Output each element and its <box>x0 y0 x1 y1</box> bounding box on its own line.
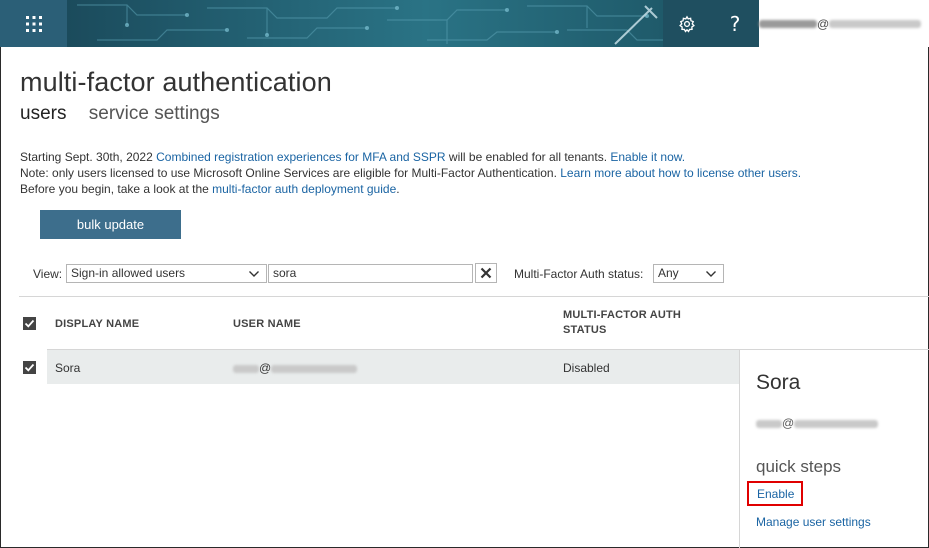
waffle-icon <box>25 15 42 32</box>
close-icon <box>480 267 492 279</box>
settings-button[interactable] <box>663 0 711 47</box>
cell-display-name: Sora <box>55 361 81 375</box>
circuit-pattern <box>77 4 665 45</box>
note-line-2: Note: only users licensed to use Microso… <box>20 166 802 180</box>
redacted-domain <box>794 419 879 428</box>
table-row[interactable]: Sora @ Disabled <box>47 350 739 384</box>
note-line-1: Starting Sept. 30th, 2022 Combined regis… <box>20 150 686 164</box>
cell-user-name: @ <box>233 361 358 375</box>
help-icon: ? <box>729 11 741 36</box>
panel-user-name: Sora <box>756 371 801 394</box>
redacted-domain <box>829 19 922 28</box>
help-button[interactable]: ? <box>711 0 759 47</box>
enable-mfa-link[interactable]: Enable <box>747 481 803 506</box>
account-at-sign: @ <box>817 16 830 31</box>
mfa-status-label: Multi-Factor Auth status: <box>514 267 644 281</box>
quick-steps-heading: quick steps <box>756 457 842 476</box>
column-header-mfa-status[interactable]: MULTI-FACTOR AUTH STATUS <box>563 309 681 336</box>
app-launcher-button[interactable] <box>0 0 67 47</box>
column-header-display-name[interactable]: DISPLAY NAME <box>55 318 139 330</box>
manage-user-settings-link[interactable]: Manage user settings <box>756 515 871 529</box>
redacted-username <box>233 364 259 373</box>
redacted-username <box>759 19 817 28</box>
info-notes: Starting Sept. 30th, 2022 Combined regis… <box>20 149 801 197</box>
enable-it-now-link[interactable]: Enable it now. <box>610 150 685 164</box>
cell-mfa-status: Disabled <box>563 361 610 375</box>
combined-registration-link[interactable]: Combined registration experiences for MF… <box>156 150 445 164</box>
license-users-link[interactable]: Learn more about how to license other us… <box>560 166 801 180</box>
table-top-divider <box>19 296 929 297</box>
select-all-checkbox[interactable] <box>23 317 36 330</box>
search-input[interactable]: sora <box>268 264 473 283</box>
deployment-guide-link[interactable]: multi-factor auth deployment guide <box>212 182 396 196</box>
chevron-down-icon <box>706 271 716 277</box>
note-line-3: Before you begin, take a look at the mul… <box>20 182 400 196</box>
mfa-status-select[interactable]: Any <box>653 264 724 283</box>
column-header-user-name[interactable]: USER NAME <box>233 318 301 330</box>
page-title: multi-factor authentication <box>20 67 332 97</box>
tab-service-settings[interactable]: service settings <box>89 103 220 125</box>
header-banner-image <box>67 0 665 47</box>
bulk-update-button[interactable]: bulk update <box>40 210 181 239</box>
checkmark-icon <box>24 319 35 328</box>
user-details-panel: Sora @ quick steps Enable Manage user se… <box>739 349 929 548</box>
chevron-down-icon <box>249 271 259 277</box>
gear-icon <box>679 15 695 33</box>
view-select[interactable]: Sign-in allowed users <box>66 264 267 283</box>
tab-users[interactable]: users <box>20 103 66 125</box>
redacted-domain <box>271 364 358 373</box>
redacted-username <box>756 419 782 428</box>
checkmark-icon <box>24 363 35 372</box>
view-label: View: <box>33 267 63 281</box>
clear-search-button[interactable] <box>475 263 497 283</box>
page-tabs: users service settings <box>20 103 237 125</box>
row-checkbox[interactable] <box>23 361 36 374</box>
account-email[interactable]: @ <box>759 0 929 47</box>
panel-user-email: @ <box>756 416 879 430</box>
top-bar: ? @ <box>0 0 929 47</box>
